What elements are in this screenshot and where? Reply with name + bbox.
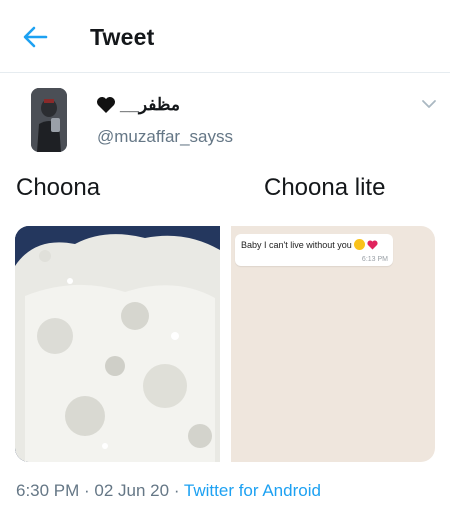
author-handle[interactable]: @muzaffar_sayss — [97, 127, 233, 147]
tweet-text-right: Choona lite — [264, 174, 386, 201]
back-arrow-icon[interactable] — [22, 26, 48, 48]
chat-bubble: Baby I can't live without you 6:13 PM — [235, 234, 393, 266]
top-bar: Tweet — [0, 0, 450, 73]
chat-timestamp: 6:13 PM — [361, 256, 388, 263]
media-image-powder[interactable] — [15, 226, 220, 462]
author-name-row: مظفر__ — [96, 94, 180, 116]
chat-message: Baby I can't live without you — [241, 239, 352, 250]
avatar[interactable] — [31, 88, 67, 152]
red-heart-icon — [367, 239, 378, 249]
tweet-meta: 6:30 PM · 02 Jun 20 · Twitter for Androi… — [16, 481, 321, 501]
tweet-source-link[interactable]: Twitter for Android — [184, 481, 321, 500]
meta-separator: · — [79, 481, 95, 500]
chat-message-row: Baby I can't live without you — [241, 239, 378, 250]
media-image-chat[interactable]: Baby I can't live without you 6:13 PM — [231, 226, 435, 462]
tweet-time: 6:30 PM — [16, 481, 80, 500]
meta-separator: · — [169, 481, 184, 500]
tweet-text-left: Choona — [16, 174, 101, 201]
black-heart-icon — [97, 97, 115, 113]
author-display-name[interactable]: مظفر__ — [120, 95, 180, 115]
kiss-emoji-icon — [353, 239, 365, 250]
page-title: Tweet — [90, 24, 155, 50]
tweet-date: 02 Jun 20 — [94, 481, 170, 500]
tweet-media[interactable]: Baby I can't live without you 6:13 PM — [15, 226, 435, 462]
chevron-down-icon[interactable] — [421, 98, 437, 110]
